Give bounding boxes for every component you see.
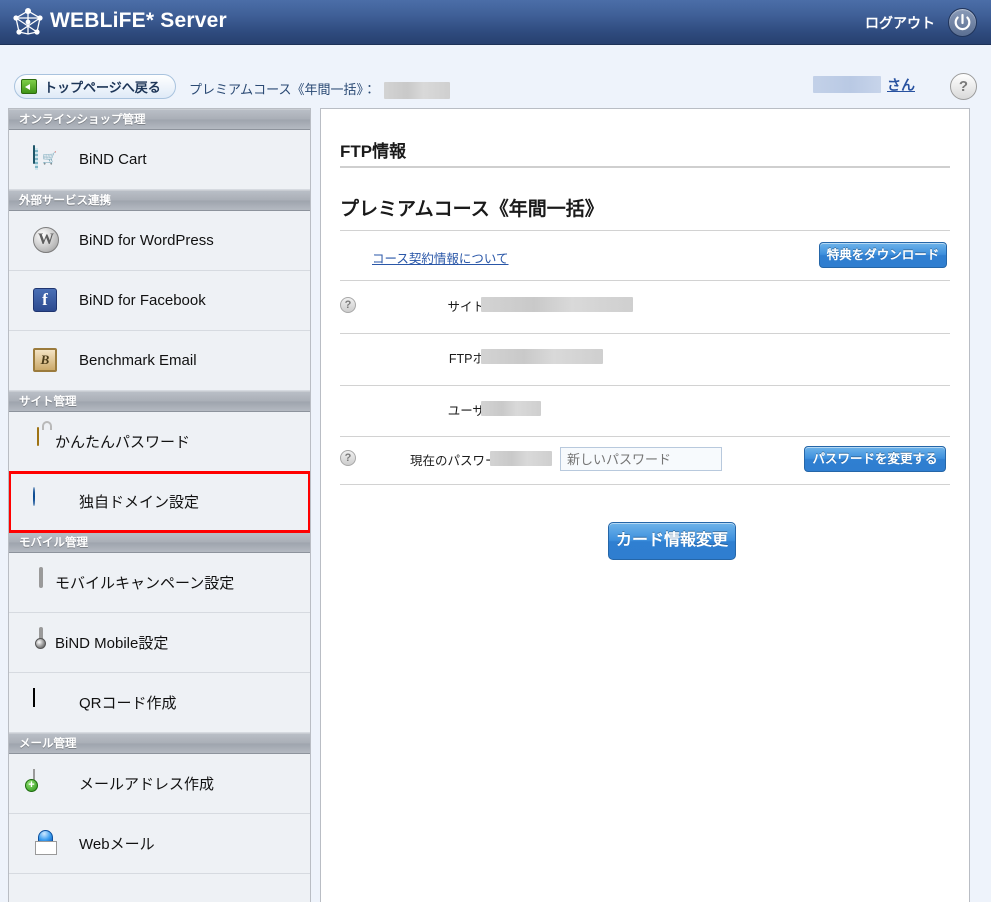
- sidebar-item-label: BiND Mobile設定: [55, 635, 169, 652]
- mobile-phone-icon: [9, 566, 43, 597]
- field-row-site-url: ? サイトURL: [340, 281, 950, 333]
- app-brand-title: WEBLiFE* Server: [50, 9, 227, 32]
- field-label: 現在のパスワード: [409, 454, 510, 468]
- webmail-icon: [33, 830, 61, 858]
- sidebar: オンラインショップ管理 BiND Cart 外部サービス連携 W BiND fo…: [8, 108, 311, 902]
- sidebar-item-label: Benchmark Email: [79, 352, 197, 369]
- sidebar-item-label: Webメール: [79, 836, 155, 853]
- course-divider: [340, 230, 950, 231]
- download-bonus-button[interactable]: 特典をダウンロード: [819, 242, 947, 268]
- wordpress-icon: W: [33, 226, 61, 255]
- help-icon[interactable]: ?: [950, 73, 977, 100]
- change-card-info-button[interactable]: カード情報変更: [608, 522, 736, 560]
- user-id-value-redacted: [481, 401, 541, 416]
- help-icon[interactable]: ?: [340, 450, 356, 466]
- sidebar-item-webmail[interactable]: Webメール: [9, 814, 310, 874]
- back-to-top-button[interactable]: トップページへ戻る: [14, 74, 176, 99]
- cart-icon: [33, 144, 61, 174]
- back-arrow-icon: [21, 79, 37, 94]
- change-password-button[interactable]: パスワードを変更する: [804, 446, 946, 472]
- sidebar-item-mobile-campaign-settings[interactable]: モバイルキャンペーン設定: [9, 553, 310, 613]
- mobile-settings-icon: [9, 626, 43, 657]
- field-row-user-id: ユーザーID: [340, 385, 950, 437]
- main-content-panel: FTP情報 プレミアムコース《年間一括》 コース契約情報について 特典をダウンロ…: [320, 108, 970, 902]
- sidebar-item-bind-mobile-settings[interactable]: BiND Mobile設定: [9, 613, 310, 673]
- field-row-password: ? 現在のパスワード パスワードを変更する: [340, 436, 950, 484]
- sidebar-item-label: モバイルキャンペーン設定: [55, 575, 235, 592]
- user-name-redacted: [813, 76, 881, 93]
- logout-label[interactable]: ログアウト: [865, 13, 935, 33]
- sidebar-item-bind-cart[interactable]: BiND Cart: [9, 130, 310, 190]
- user-name-suffix[interactable]: さん: [887, 75, 915, 95]
- facebook-icon: f: [33, 287, 61, 315]
- field-row-ftp-host: FTPホスト: [340, 333, 950, 385]
- power-icon[interactable]: [948, 8, 977, 37]
- sidebar-item-create-mail-address[interactable]: メールアドレス作成: [9, 754, 310, 814]
- qr-code-icon: [33, 687, 61, 717]
- sidebar-section-header-online-shop: オンラインショップ管理: [9, 109, 310, 130]
- lock-icon: [9, 426, 39, 456]
- network-nodes-logo-icon: [11, 6, 45, 38]
- site-url-value-redacted: [481, 297, 633, 312]
- sidebar-item-qr-code-create[interactable]: QRコード作成: [9, 673, 310, 733]
- mail-add-icon: [33, 768, 61, 798]
- sidebar-section-header-site-management: サイト管理: [9, 391, 310, 412]
- page-title: FTP情報: [340, 142, 407, 161]
- title-divider: [340, 166, 950, 168]
- row-divider-4: [340, 484, 950, 485]
- back-to-top-label: トップページへ戻る: [44, 80, 161, 95]
- sidebar-item-label: BiND for WordPress: [79, 232, 214, 249]
- app-window: WEBLiFE* Server ログアウト トップページへ戻る プレミアムコース…: [0, 0, 991, 902]
- sidebar-item-label: BiND for Facebook: [79, 292, 206, 309]
- course-plan-title: プレミアムコース《年間一括》: [340, 199, 604, 220]
- sidebar-item-bind-for-facebook[interactable]: f BiND for Facebook: [9, 271, 310, 331]
- sidebar-item-benchmark-email[interactable]: B Benchmark Email: [9, 331, 310, 391]
- sidebar-item-label: メールアドレス作成: [79, 776, 215, 793]
- sidebar-item-custom-domain-settings[interactable]: 独自ドメイン設定: [9, 471, 310, 533]
- app-header: WEBLiFE* Server ログアウト: [0, 0, 991, 45]
- course-value-redacted: [383, 82, 450, 100]
- sidebar-section-header-external-services: 外部サービス連携: [9, 190, 310, 211]
- ftp-host-value-redacted: [481, 349, 603, 364]
- help-icon[interactable]: ?: [340, 297, 356, 313]
- new-password-input[interactable]: [560, 447, 722, 471]
- sidebar-item-label: 独自ドメイン設定: [79, 494, 200, 511]
- sidebar-item-bind-for-wordpress[interactable]: W BiND for WordPress: [9, 211, 310, 271]
- contract-info-link[interactable]: コース契約情報について: [372, 248, 509, 267]
- course-breadcrumb-label: プレミアムコース《年間一括》：: [189, 79, 450, 100]
- benchmark-email-icon: B: [33, 347, 61, 375]
- sidebar-item-easy-password[interactable]: かんたんパスワード: [9, 412, 310, 472]
- sidebar-item-label: QRコード作成: [79, 695, 177, 712]
- globe-icon: [33, 486, 61, 516]
- sidebar-section-header-mail-management: メール管理: [9, 733, 310, 754]
- sidebar-section-header-mobile-management: モバイル管理: [9, 532, 310, 553]
- course-breadcrumb-text: プレミアムコース《年間一括》：: [189, 82, 376, 97]
- current-password-redacted: [490, 451, 552, 466]
- sidebar-item-label: かんたんパスワード: [55, 434, 191, 451]
- sidebar-item-label: BiND Cart: [79, 151, 147, 168]
